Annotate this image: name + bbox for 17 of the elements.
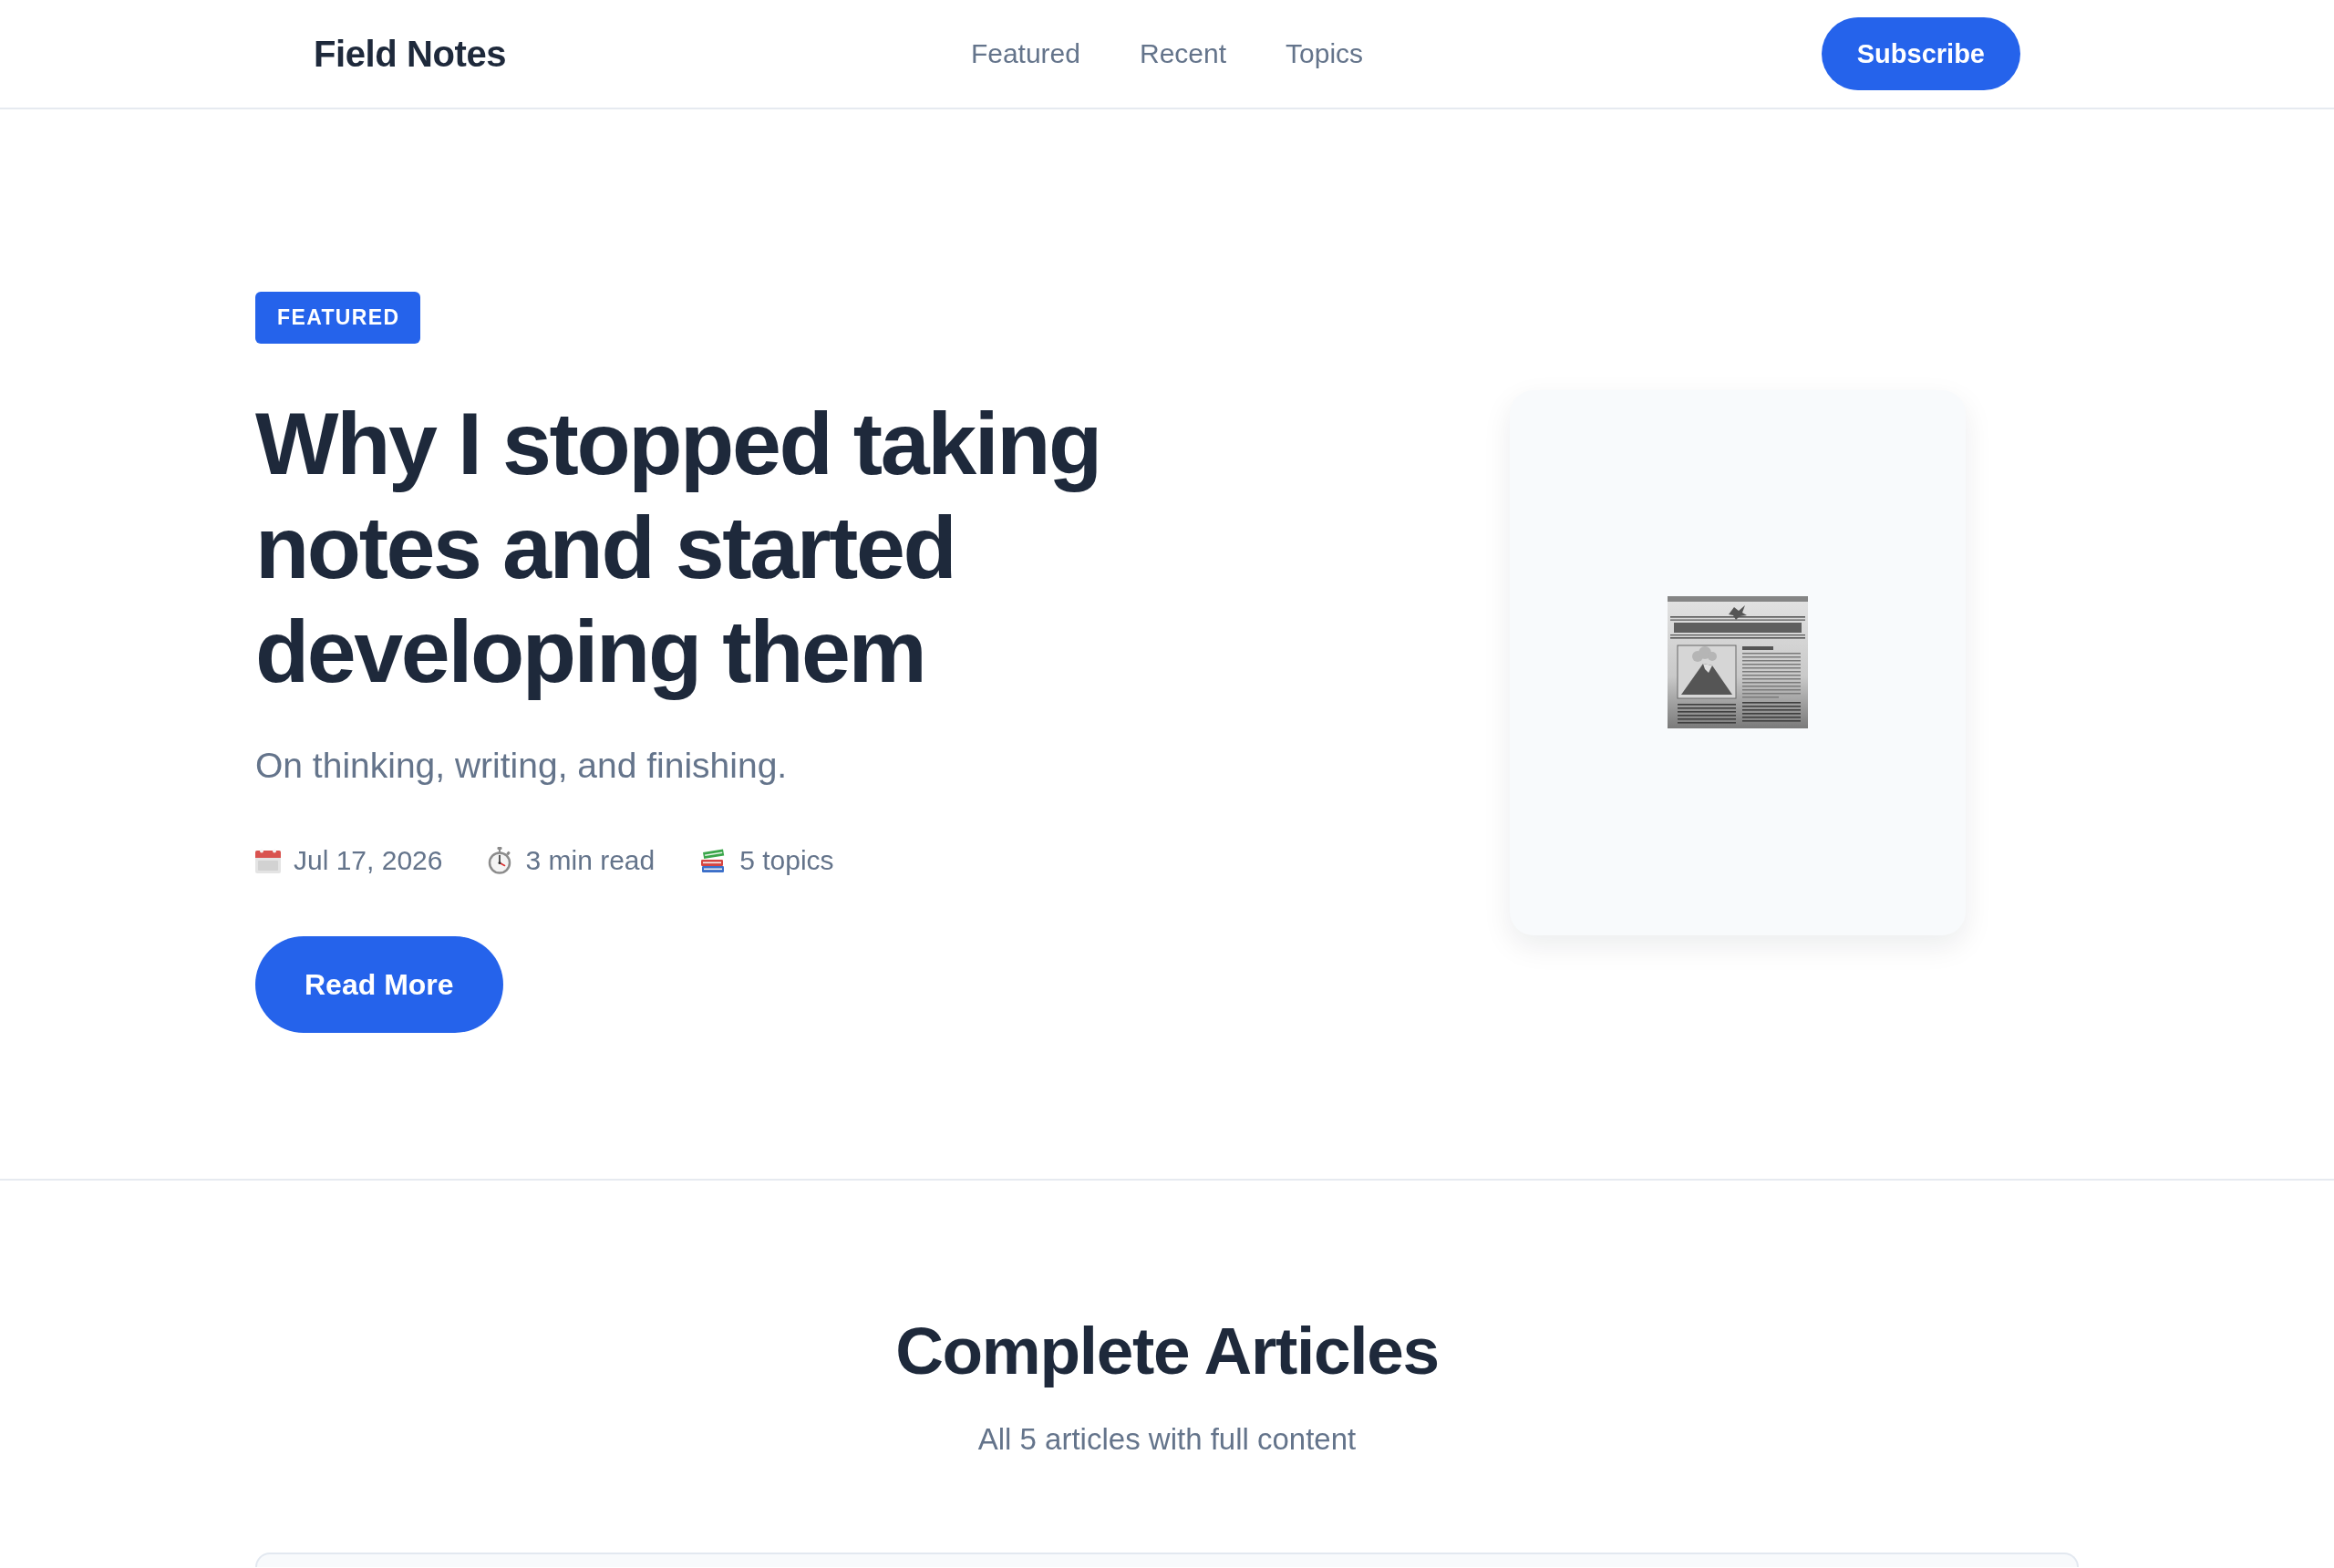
featured-tag: FEATURED: [255, 292, 420, 344]
subscribe-button[interactable]: Subscribe: [1821, 17, 2020, 90]
nav-link[interactable]: Featured: [970, 36, 1080, 71]
calendar-icon: [255, 848, 281, 873]
topic-count-text: 5 topics: [739, 844, 834, 877]
article-subtitle: On thinking, writing, and finishing.: [255, 745, 788, 787]
read-more-button[interactable]: Read More: [255, 936, 503, 1033]
article-title: Why I stopped taking notes and started developing them: [255, 393, 1101, 703]
section-subtitle: All 5 articles with full content: [977, 1421, 1357, 1458]
newspaper-icon: [1667, 595, 1809, 729]
stopwatch-icon: [487, 847, 513, 874]
nav-link[interactable]: Recent: [1140, 36, 1227, 71]
site-logo[interactable]: Field Notes: [314, 32, 507, 76]
date-text: Jul 17, 2026: [294, 844, 443, 877]
nav-link[interactable]: Topics: [1286, 36, 1364, 71]
section-title: Complete Articles: [895, 1313, 1439, 1389]
read-time-text: 3 min read: [525, 844, 656, 877]
